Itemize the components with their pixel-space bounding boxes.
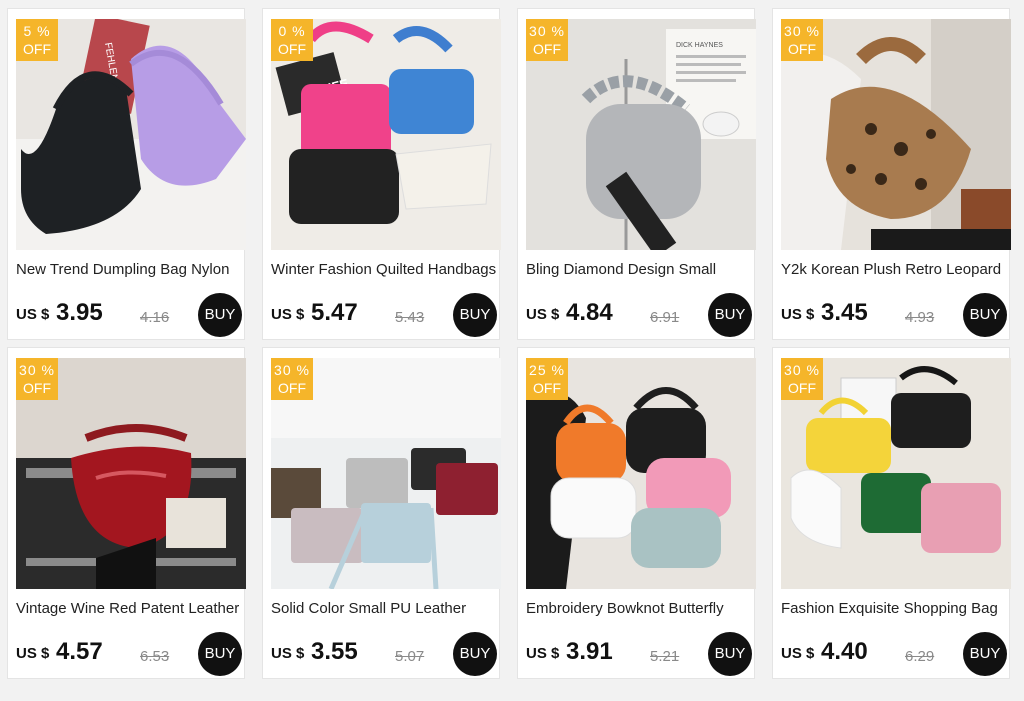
buy-button[interactable]: BUY [708, 293, 752, 337]
price: 3.91 [566, 638, 613, 665]
currency-label: US $ [526, 306, 560, 323]
currency-label: US $ [16, 306, 50, 323]
image-text: DICK HAYNES [676, 42, 723, 49]
product-card[interactable]: FEHLEN 5 % OFF New Trend Dumpling Bag Ny… [7, 8, 246, 340]
currency-label: US $ [781, 645, 815, 662]
product-title[interactable]: Solid Color Small PU Leather [271, 600, 497, 617]
price-row: US $ 4.40 6.29 BUY [781, 632, 1007, 676]
buy-button[interactable]: BUY [198, 293, 242, 337]
old-price: 4.16 [140, 309, 170, 326]
product-image[interactable]: 25 % OFF [526, 358, 756, 589]
price: 3.95 [56, 299, 103, 326]
buy-button[interactable]: BUY [963, 632, 1007, 676]
price: 3.45 [821, 299, 868, 326]
currency-label: US $ [781, 306, 815, 323]
currency-label: US $ [271, 306, 305, 323]
buy-button[interactable]: BUY [198, 632, 242, 676]
product-card[interactable]: 30 % OFF Vintage Wine Red Patent Leather… [7, 347, 246, 679]
discount-badge: 25 % OFF [526, 358, 568, 400]
price: 4.40 [821, 638, 868, 665]
price: 4.84 [566, 299, 613, 326]
product-card[interactable]: italia 30 % OFF Fashion Exquisite Shoppi… [772, 347, 1011, 679]
product-grid: FEHLEN 5 % OFF New Trend Dumpling Bag Ny… [0, 0, 1024, 701]
product-title[interactable]: Vintage Wine Red Patent Leather [16, 600, 242, 617]
discount-badge: 0 % OFF [271, 19, 313, 61]
old-price: 5.43 [395, 309, 425, 326]
price-row: US $ 3.45 4.93 BUY [781, 293, 1007, 337]
product-image[interactable]: LIFE 0 % OFF [271, 19, 501, 250]
buy-button[interactable]: BUY [453, 293, 497, 337]
product-card[interactable]: DICK HAYNES 30 % OFF Bling Diamond Desig… [517, 8, 756, 340]
buy-button[interactable]: BUY [453, 632, 497, 676]
discount-badge: 30 % OFF [526, 19, 568, 61]
discount-badge: 30 % OFF [16, 358, 58, 400]
price-row: US $ 5.47 5.43 BUY [271, 293, 497, 337]
product-title[interactable]: Fashion Exquisite Shopping Bag [781, 600, 1007, 617]
product-card[interactable]: 30 % OFF Y2k Korean Plush Retro Leopard … [772, 8, 1011, 340]
old-price: 6.53 [140, 648, 170, 665]
product-card[interactable]: LIFE 0 % OFF Winter Fashion Quilted Hand… [262, 8, 501, 340]
product-title[interactable]: Embroidery Bowknot Butterfly [526, 600, 752, 617]
old-price: 6.91 [650, 309, 680, 326]
price-row: US $ 4.84 6.91 BUY [526, 293, 752, 337]
price-row: US $ 3.95 4.16 BUY [16, 293, 242, 337]
product-image[interactable]: 30 % OFF [781, 19, 1011, 250]
old-price: 4.93 [905, 309, 935, 326]
product-title[interactable]: New Trend Dumpling Bag Nylon [16, 261, 242, 278]
old-price: 5.21 [650, 648, 680, 665]
discount-badge: 30 % OFF [781, 358, 823, 400]
product-title[interactable]: Y2k Korean Plush Retro Leopard [781, 261, 1007, 278]
discount-badge: 30 % OFF [781, 19, 823, 61]
price-row: US $ 3.55 5.07 BUY [271, 632, 497, 676]
product-image[interactable]: FEHLEN 5 % OFF [16, 19, 246, 250]
price: 5.47 [311, 299, 358, 326]
old-price: 5.07 [395, 648, 425, 665]
product-title[interactable]: Winter Fashion Quilted Handbags [271, 261, 497, 278]
product-card[interactable]: 25 % OFF Embroidery Bowknot Butterfly US… [517, 347, 756, 679]
price-row: US $ 4.57 6.53 BUY [16, 632, 242, 676]
price: 4.57 [56, 638, 103, 665]
product-image[interactable]: italia 30 % OFF [781, 358, 1011, 589]
currency-label: US $ [526, 645, 560, 662]
currency-label: US $ [271, 645, 305, 662]
product-title[interactable]: Bling Diamond Design Small [526, 261, 752, 278]
price: 3.55 [311, 638, 358, 665]
discount-badge: 5 % OFF [16, 19, 58, 61]
buy-button[interactable]: BUY [708, 632, 752, 676]
price-row: US $ 3.91 5.21 BUY [526, 632, 752, 676]
old-price: 6.29 [905, 648, 935, 665]
product-image[interactable]: 30 % OFF [16, 358, 246, 589]
product-card[interactable]: 30 % OFF Solid Color Small PU Leather US… [262, 347, 501, 679]
product-image[interactable]: 30 % OFF [271, 358, 501, 589]
buy-button[interactable]: BUY [963, 293, 1007, 337]
currency-label: US $ [16, 645, 50, 662]
product-image[interactable]: DICK HAYNES 30 % OFF [526, 19, 756, 250]
discount-badge: 30 % OFF [271, 358, 313, 400]
